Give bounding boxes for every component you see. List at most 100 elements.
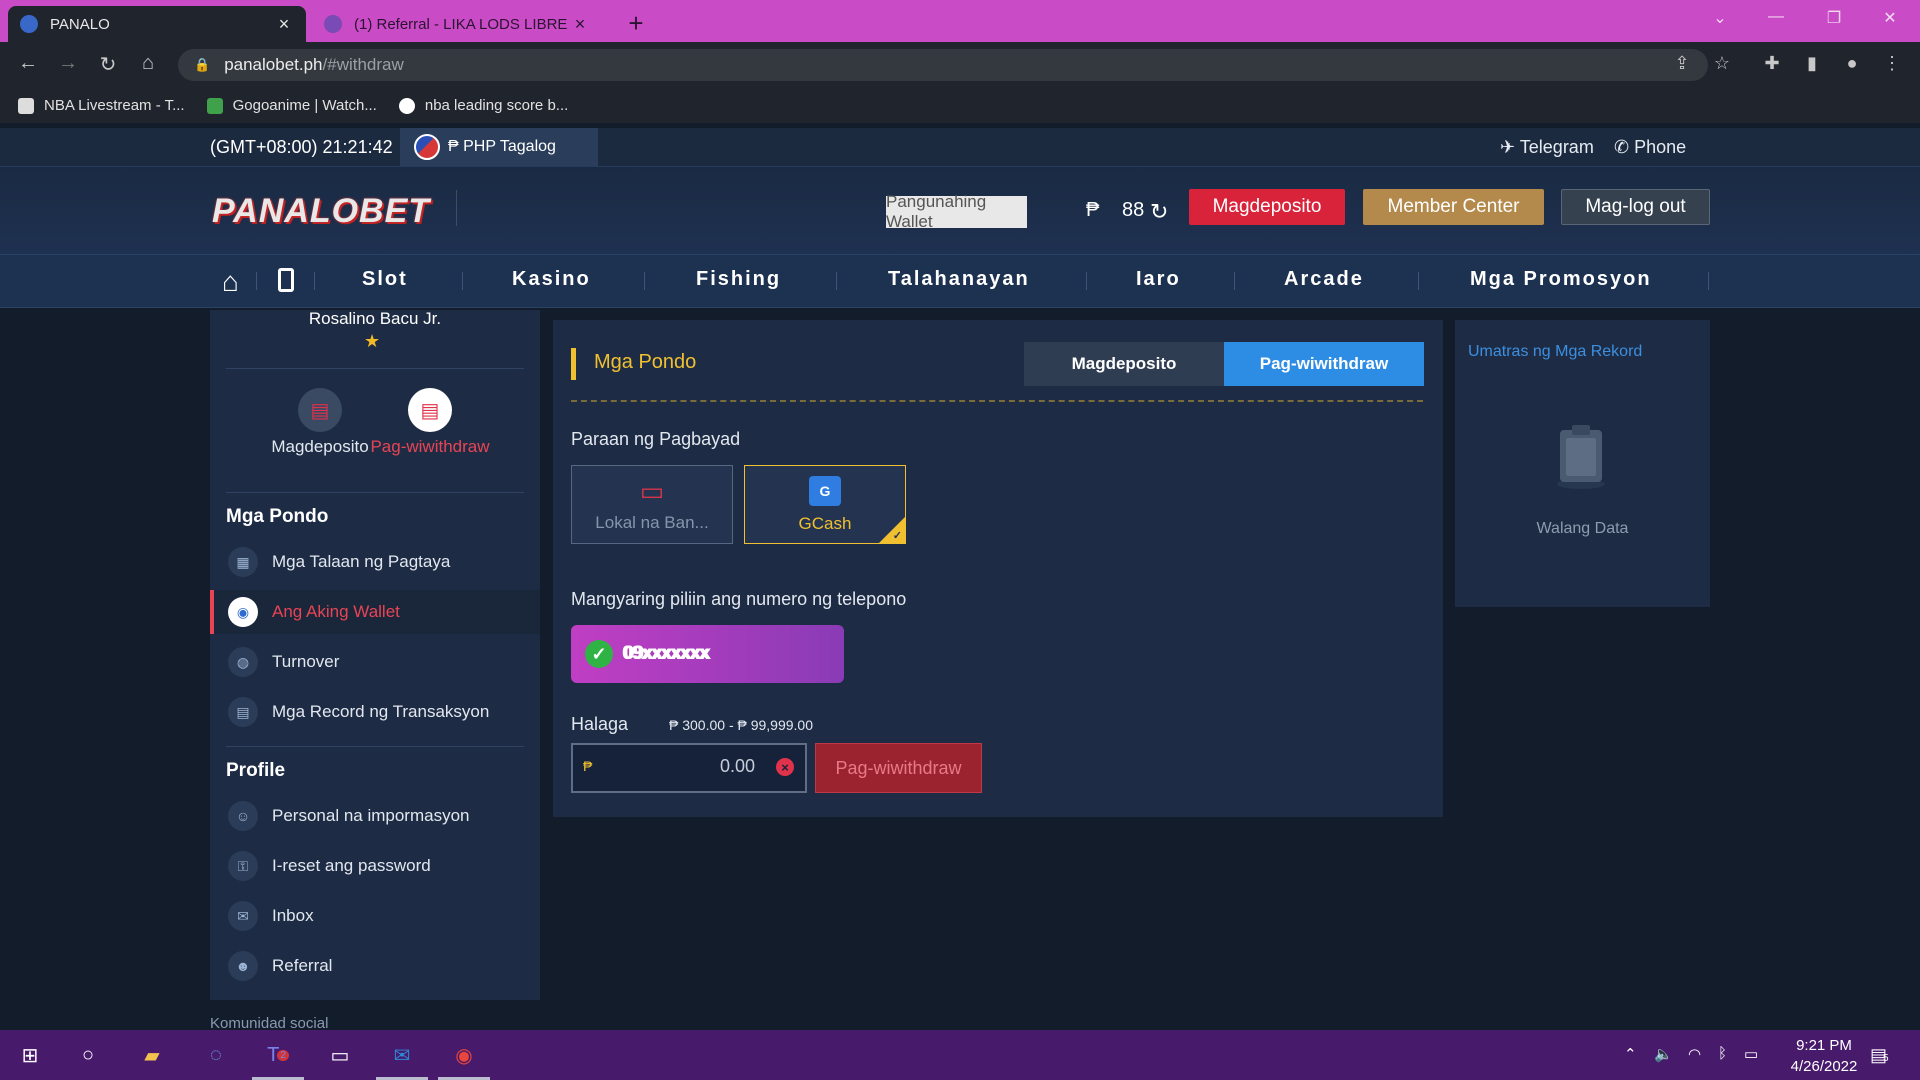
deposit-action-icon[interactable]: ▤ — [298, 388, 342, 432]
outlook-icon[interactable]: ✉ — [386, 1039, 418, 1071]
file-explorer-icon[interactable]: ▰ — [136, 1039, 168, 1071]
phone-number-option[interactable]: ✓ 09xxxxxxx — [571, 625, 844, 683]
amount-input[interactable] — [571, 743, 807, 793]
forward-icon[interactable]: → — [54, 52, 82, 75]
phone-icon: ✆ — [1614, 137, 1630, 157]
bookmark-star-icon[interactable]: ☆ — [1708, 53, 1736, 74]
nav-arcade[interactable]: Arcade — [1284, 268, 1364, 291]
check-circle-icon: ✓ — [585, 640, 613, 668]
sidebar-item-referral[interactable]: ☻ Referral — [210, 944, 540, 988]
profile-icon[interactable]: ● — [1838, 53, 1866, 74]
url-path: /#withdraw — [322, 55, 404, 74]
sidebar-item-turnover[interactable]: ◍ Turnover — [210, 640, 540, 684]
telegram-link[interactable]: ✈ Telegram — [1500, 137, 1594, 158]
amount-currency: ₱ — [583, 758, 593, 774]
withdraw-submit-button[interactable]: Pag-wiwithdraw — [815, 743, 982, 793]
browser-tab-referral[interactable]: (1) Referral - LIKA LODS LIBRE Pİ × — [312, 6, 602, 42]
nav-kasino[interactable]: Kasino — [512, 268, 591, 291]
payment-method-gcash[interactable]: G GCash ✓ — [744, 465, 906, 544]
bookmark-label: NBA Livestream - T... — [44, 97, 185, 114]
payment-method-label: Paraan ng Pagbayad — [571, 429, 741, 449]
close-tab-icon[interactable]: × — [570, 14, 590, 35]
maximize-icon[interactable]: ❐ — [1820, 8, 1848, 28]
reload-icon[interactable]: ↻ — [94, 52, 122, 77]
battery-icon[interactable]: ▭ — [1744, 1045, 1758, 1063]
back-icon[interactable]: ← — [14, 52, 42, 75]
edge-icon[interactable]: ◌ — [200, 1039, 232, 1071]
referral-icon: ☻ — [228, 951, 258, 981]
mail-icon: ✉ — [228, 901, 258, 931]
tab-title: (1) Referral - LIKA LODS LIBRE Pİ — [354, 15, 570, 33]
withdraw-records-link[interactable]: Umatras ng Mga Rekord — [1468, 343, 1642, 361]
sidebar-item-my-wallet[interactable]: ◉ Ang Aking Wallet — [210, 590, 540, 634]
side-panel-icon[interactable]: ▮ — [1798, 53, 1826, 74]
language-selector[interactable]: ₱ PHP Tagalog — [400, 128, 598, 166]
sidebar-item-personal-info[interactable]: ☺ Personal na impormasyon — [210, 794, 540, 838]
bookmark-gogoanime[interactable]: Gogoanime | Watch... — [206, 97, 377, 114]
deposit-button[interactable]: Magdeposito — [1189, 189, 1345, 225]
sidebar-item-transactions[interactable]: ▤ Mga Record ng Transaksyon — [210, 690, 540, 734]
home-icon[interactable]: ⌂ — [222, 266, 239, 298]
tab-title: PANALO — [50, 15, 110, 33]
tab-deposit[interactable]: Magdeposito — [1024, 342, 1224, 386]
bookmark-label: Gogoanime | Watch... — [232, 97, 377, 114]
extensions-icon[interactable]: ✚ — [1758, 53, 1786, 74]
volume-icon[interactable]: 🔈 — [1654, 1045, 1673, 1063]
tab-search-icon[interactable]: ⌄ — [1706, 8, 1734, 28]
nav-talahanayan[interactable]: Talahanayan — [888, 268, 1030, 291]
logout-button[interactable]: Mag-log out — [1561, 189, 1710, 225]
network-icon[interactable]: ◠ — [1688, 1045, 1701, 1063]
sidebar-withdraw-action[interactable]: Pag-wiwithdraw — [370, 437, 490, 457]
show-hidden-icons[interactable]: ⌃ — [1624, 1045, 1637, 1063]
site-logo[interactable]: PANALOBET — [212, 192, 430, 231]
nav-slot[interactable]: Slot — [362, 268, 408, 291]
teams-icon[interactable]: T2 — [262, 1039, 294, 1071]
mobile-app-icon[interactable] — [278, 268, 294, 292]
share-icon[interactable]: ⇪ — [1668, 53, 1696, 74]
sidebar-item-reset-password[interactable]: ⚿ I-reset ang password — [210, 844, 540, 888]
bet-records-icon: ▦ — [228, 547, 258, 577]
nav-iaro[interactable]: Iaro — [1136, 268, 1181, 291]
funds-heading: Mga Pondo — [226, 506, 329, 527]
phone-link[interactable]: ✆ Phone — [1614, 137, 1686, 158]
browser-tab-active[interactable]: PANALO × — [8, 6, 306, 42]
logo-divider — [456, 190, 457, 226]
cortana-icon[interactable]: ○ — [72, 1039, 104, 1071]
title-divider — [571, 400, 1423, 402]
currency-symbol: ₱ — [1086, 199, 1100, 221]
refresh-balance-icon[interactable]: ↻ — [1150, 199, 1168, 225]
panalo-favicon-icon — [20, 15, 38, 33]
sidebar-item-inbox[interactable]: ✉ Inbox — [210, 894, 540, 938]
bookmark-google[interactable]: nba leading score b... — [398, 97, 568, 114]
address-bar[interactable]: 🔒 panalobet.ph /#withdraw — [178, 49, 1708, 81]
sidebar-item-bet-records[interactable]: ▦ Mga Talaan ng Pagtaya — [210, 540, 540, 584]
menu-icon[interactable]: ⋮ — [1878, 53, 1906, 74]
close-tab-icon[interactable]: × — [274, 14, 294, 35]
tab-withdraw[interactable]: Pag-wiwithdraw — [1224, 342, 1424, 386]
window-icon[interactable]: ▭ — [324, 1039, 356, 1071]
withdraw-action-icon[interactable]: ▤ — [408, 388, 452, 432]
system-clock[interactable]: 9:21 PM 4/26/2022 — [1784, 1035, 1864, 1077]
nav-fishing[interactable]: Fishing — [696, 268, 781, 291]
nav-separator — [256, 272, 257, 290]
telegram-icon: ✈ — [1500, 137, 1516, 157]
member-center-button[interactable]: Member Center — [1363, 189, 1544, 225]
payment-method-local-bank[interactable]: ▭ Lokal na Ban... — [571, 465, 733, 544]
bluetooth-icon[interactable]: ᛒ — [1718, 1045, 1727, 1062]
notifications-icon[interactable]: ▤5 — [1870, 1045, 1889, 1066]
amount-label: Halaga — [571, 714, 629, 734]
minimize-icon[interactable]: — — [1762, 8, 1790, 26]
windows-start-icon[interactable]: ⊞ — [14, 1039, 46, 1071]
user-icon: ☺ — [228, 801, 258, 831]
clear-amount-icon[interactable]: × — [776, 758, 794, 776]
close-window-icon[interactable]: ✕ — [1876, 8, 1904, 28]
bookmark-nba[interactable]: NBA Livestream - T... — [18, 97, 185, 114]
home-browser-icon[interactable]: ⌂ — [134, 52, 162, 75]
chrome-icon[interactable]: ◉ — [448, 1039, 480, 1071]
language-label: ₱ PHP Tagalog — [448, 138, 556, 155]
amount-range: ₱ 300.00 - ₱ 99,999.00 — [669, 717, 813, 733]
nav-promotions[interactable]: Mga Promosyon — [1470, 268, 1652, 291]
google-icon — [398, 97, 415, 114]
new-tab-icon[interactable]: + — [624, 8, 648, 39]
sidebar-deposit-action[interactable]: Magdeposito — [260, 437, 380, 457]
